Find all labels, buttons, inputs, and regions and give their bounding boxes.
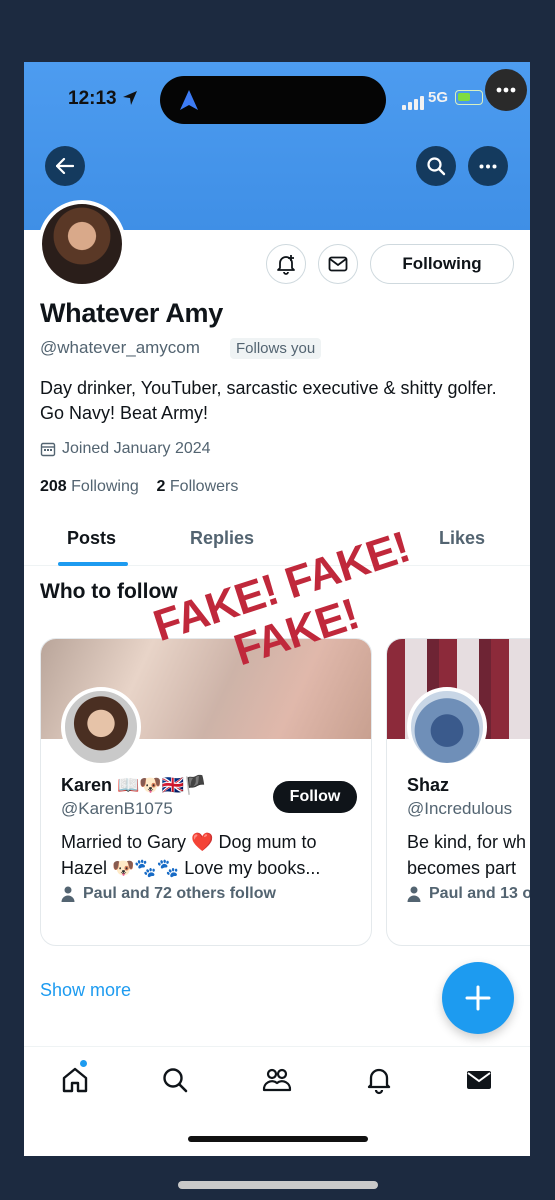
battery-icon	[455, 90, 483, 105]
home-icon[interactable]	[60, 1065, 90, 1095]
tab-replies[interactable]: Replies	[190, 528, 254, 549]
following-button[interactable]: Following	[370, 244, 514, 284]
card-social-context: Paul and 72 others follow	[61, 885, 276, 903]
home-indicator	[188, 1136, 368, 1142]
card-name: Shaz	[407, 775, 450, 795]
more-dots-icon	[496, 87, 516, 93]
card-social-context: Paul and 13 o	[407, 885, 530, 903]
plus-icon	[465, 985, 491, 1011]
viewer-scroll-pill	[178, 1181, 378, 1189]
home-notification-dot	[80, 1060, 87, 1067]
profile-avatar[interactable]	[38, 200, 126, 288]
followers-count: 2	[156, 478, 166, 495]
tab-posts[interactable]: Posts	[67, 528, 116, 549]
follow-button[interactable]: Follow	[273, 781, 357, 813]
notify-button[interactable]	[266, 244, 306, 284]
search-button[interactable]	[416, 146, 456, 186]
search-icon[interactable]	[160, 1065, 190, 1095]
signal-icon	[402, 92, 426, 110]
following-count: 208	[40, 478, 67, 495]
profile-tabs: Posts Replies Likes	[24, 514, 530, 566]
status-time: 12:13	[68, 88, 117, 109]
card-social-text: Paul and 13 o	[429, 885, 530, 902]
card-handle: @Incredulous	[407, 799, 513, 818]
phone-screen: 12:13 5G Following Whatever Amy @whateve…	[24, 62, 530, 1156]
following-stat[interactable]: 208 Following	[40, 478, 139, 495]
network-type: 5G	[428, 89, 449, 106]
following-label: Following	[71, 478, 139, 495]
card-name: Karen 📖🐶🇬🇧🏴	[61, 775, 207, 795]
location-arrow-icon	[123, 91, 137, 105]
active-tab-indicator	[58, 562, 128, 566]
calendar-icon	[40, 442, 56, 457]
profile-name: Whatever Amy	[40, 298, 223, 328]
suggestion-card-shaz[interactable]: Shaz @Incredulous Be kind, for wh become…	[386, 638, 530, 946]
message-button[interactable]	[318, 244, 358, 284]
tab-likes[interactable]: Likes	[439, 528, 485, 549]
profile-bio: Day drinker, YouTuber, sarcastic executi…	[40, 378, 497, 423]
person-icon	[407, 886, 421, 902]
more-dots-icon	[479, 164, 497, 168]
card-avatar	[407, 687, 487, 767]
bell-plus-icon	[277, 255, 295, 275]
status-bar: 12:13 5G	[24, 62, 530, 134]
viewer-more-button[interactable]	[485, 69, 527, 111]
navigation-arrow-icon	[180, 90, 198, 110]
search-icon	[427, 157, 446, 176]
messages-icon[interactable]	[464, 1065, 494, 1095]
envelope-icon	[328, 256, 348, 272]
joined-date: Joined January 2024	[40, 440, 211, 458]
card-avatar	[61, 687, 141, 767]
back-arrow-icon	[56, 158, 74, 174]
follow-stats: 208 Following 2 Followers	[40, 478, 238, 496]
compose-button[interactable]	[442, 962, 514, 1034]
bell-icon[interactable]	[364, 1065, 394, 1095]
profile-more-button[interactable]	[468, 146, 508, 186]
person-icon	[61, 886, 75, 902]
joined-text: Joined January 2024	[62, 440, 211, 457]
followers-label: Followers	[169, 478, 239, 495]
card-bio: Be kind, for wh becomes part	[407, 832, 527, 878]
follows-you-badge: Follows you	[230, 338, 322, 359]
card-handle: @KarenB1075	[61, 799, 173, 818]
bottom-nav	[24, 1046, 530, 1116]
back-button[interactable]	[45, 146, 85, 186]
followers-stat[interactable]: 2 Followers	[157, 478, 239, 495]
profile-handle: @whatever_amycom	[40, 338, 200, 357]
dynamic-island	[160, 76, 386, 124]
card-social-text: Paul and 72 others follow	[83, 885, 276, 902]
show-more-link[interactable]: Show more	[40, 980, 131, 1001]
card-bio: Married to Gary ❤️ Dog mum to Hazel 🐶🐾🐾 …	[61, 832, 321, 878]
communities-icon[interactable]	[262, 1065, 292, 1095]
